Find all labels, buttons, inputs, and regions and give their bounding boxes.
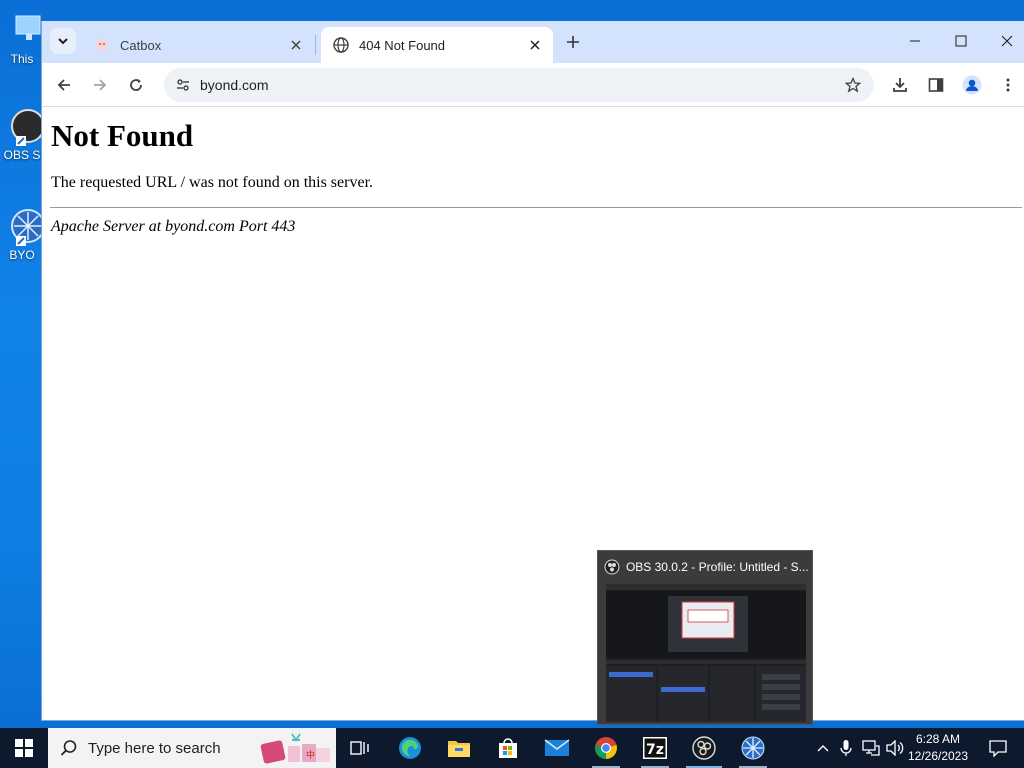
chevron-up-icon bbox=[817, 745, 829, 752]
tab-catbox[interactable]: Catbox bbox=[82, 27, 314, 63]
volume-indicator[interactable] bbox=[884, 728, 906, 768]
obs-icon bbox=[604, 559, 620, 575]
minimize-button[interactable] bbox=[892, 21, 938, 61]
desktop-icon-byond[interactable]: BYO bbox=[0, 206, 45, 262]
taskbar: Type here to search 中 7z 6:28 AM 12/26/2… bbox=[0, 728, 1024, 768]
page-heading: Not Found bbox=[51, 118, 194, 153]
windows-logo-icon bbox=[15, 739, 33, 757]
chevron-down-icon bbox=[58, 38, 68, 45]
byond-icon bbox=[2, 206, 45, 246]
reload-button[interactable] bbox=[122, 71, 150, 99]
desktop-icon-this-pc[interactable]: This bbox=[0, 10, 44, 66]
desktop-icon-label: OBS S bbox=[3, 148, 41, 162]
taskbar-chrome[interactable] bbox=[582, 728, 630, 768]
folder-icon bbox=[448, 741, 470, 757]
menu-button[interactable] bbox=[994, 71, 1022, 99]
search-icon bbox=[60, 740, 77, 756]
taskbar-7zip[interactable]: 7z bbox=[631, 728, 679, 768]
obs-icon bbox=[2, 106, 45, 146]
address-url[interactable]: byond.com bbox=[200, 77, 268, 93]
tab-404-not-found[interactable]: 404 Not Found bbox=[321, 27, 553, 63]
show-hidden-icons-button[interactable] bbox=[813, 728, 833, 768]
arrow-left-icon bbox=[57, 79, 70, 91]
taskbar-file-explorer[interactable] bbox=[435, 728, 483, 768]
mail-icon bbox=[544, 739, 570, 756]
taskbar-search-box[interactable]: Type here to search 中 bbox=[48, 728, 336, 768]
divider bbox=[50, 207, 1022, 208]
reload-icon bbox=[130, 79, 142, 91]
preview-title-bar: OBS 30.0.2 - Profile: Untitled - S... bbox=[604, 559, 808, 575]
site-info-icon[interactable] bbox=[172, 74, 194, 96]
arrow-right-icon bbox=[94, 79, 107, 91]
error-message: The requested URL / was not found on thi… bbox=[51, 174, 374, 191]
obs-window-preview[interactable]: OBS 30.0.2 - Profile: Untitled - S... bbox=[597, 550, 813, 725]
taskbar-byond[interactable] bbox=[729, 728, 777, 768]
back-button[interactable] bbox=[50, 71, 78, 99]
taskbar-edge[interactable] bbox=[386, 728, 434, 768]
profile-avatar-icon bbox=[962, 75, 982, 95]
close-window-button[interactable] bbox=[984, 21, 1024, 61]
volume-icon bbox=[886, 740, 904, 756]
7zip-icon: 7z bbox=[643, 737, 667, 759]
computer-icon bbox=[2, 10, 42, 50]
download-icon bbox=[893, 78, 907, 92]
server-signature: Apache Server at byond.com Port 443 bbox=[51, 218, 296, 235]
close-tab-icon[interactable] bbox=[525, 35, 545, 55]
maximize-icon bbox=[955, 35, 967, 47]
search-placeholder: Type here to search bbox=[88, 739, 221, 757]
preview-title: OBS 30.0.2 - Profile: Untitled - S... bbox=[625, 560, 808, 574]
network-icon bbox=[862, 740, 880, 756]
tab-title: Catbox bbox=[120, 37, 162, 53]
close-icon bbox=[1001, 35, 1013, 47]
preview-thumbnail bbox=[606, 584, 806, 722]
desktop-icon-obs[interactable]: OBS S bbox=[0, 106, 45, 162]
page-content: Not Found The requested URL / was not fo… bbox=[42, 108, 1024, 720]
bookmark-star-icon[interactable] bbox=[842, 74, 864, 96]
new-tab-button[interactable] bbox=[560, 29, 586, 55]
tab-search-button[interactable] bbox=[50, 28, 76, 54]
byond-icon bbox=[741, 736, 765, 760]
forward-button[interactable] bbox=[86, 71, 114, 99]
clock-date: 12/26/2023 bbox=[907, 749, 969, 763]
more-vertical-icon bbox=[1006, 78, 1010, 92]
browser-window: Catbox 404 Not Found byond.com Not Found… bbox=[41, 21, 1024, 721]
chrome-icon bbox=[595, 737, 617, 759]
desktop-icon-label: BYO bbox=[9, 248, 35, 262]
search-highlights-icon: 中 bbox=[260, 733, 330, 764]
desktop-icon-label: This bbox=[10, 52, 34, 66]
obs-icon bbox=[692, 736, 716, 760]
tab-title: 404 Not Found bbox=[359, 37, 446, 53]
taskbar-mail[interactable] bbox=[533, 728, 581, 768]
globe-icon bbox=[333, 37, 349, 53]
browser-toolbar: byond.com bbox=[42, 63, 1024, 107]
plus-icon bbox=[567, 36, 579, 48]
start-button[interactable] bbox=[0, 728, 48, 768]
taskbar-task-view[interactable] bbox=[336, 728, 384, 768]
microphone-icon bbox=[840, 740, 852, 756]
profile-button[interactable] bbox=[958, 71, 986, 99]
address-bar[interactable]: byond.com bbox=[164, 68, 874, 102]
notification-center-button[interactable] bbox=[978, 728, 1018, 768]
store-icon bbox=[499, 738, 517, 758]
svg-text:7z: 7z bbox=[646, 742, 664, 758]
side-panel-button[interactable] bbox=[922, 71, 950, 99]
network-indicator[interactable] bbox=[860, 728, 882, 768]
taskbar-microsoft-store[interactable] bbox=[484, 728, 532, 768]
side-panel-icon bbox=[928, 78, 944, 92]
catbox-favicon-icon bbox=[94, 37, 110, 53]
edge-icon bbox=[399, 737, 421, 759]
taskbar-obs-studio[interactable] bbox=[680, 728, 728, 768]
tab-separator bbox=[315, 35, 316, 55]
close-tab-icon[interactable] bbox=[286, 35, 306, 55]
maximize-button[interactable] bbox=[938, 21, 984, 61]
tab-strip: Catbox 404 Not Found bbox=[42, 21, 1024, 63]
task-view-icon bbox=[350, 741, 369, 755]
microphone-indicator[interactable] bbox=[836, 728, 856, 768]
downloads-button[interactable] bbox=[886, 71, 914, 99]
notification-icon bbox=[989, 740, 1007, 757]
minimize-icon bbox=[910, 40, 920, 42]
taskbar-clock[interactable]: 6:28 AM 12/26/2023 bbox=[904, 731, 972, 765]
svg-text:中: 中 bbox=[306, 749, 315, 761]
clock-time: 6:28 AM bbox=[915, 732, 961, 746]
